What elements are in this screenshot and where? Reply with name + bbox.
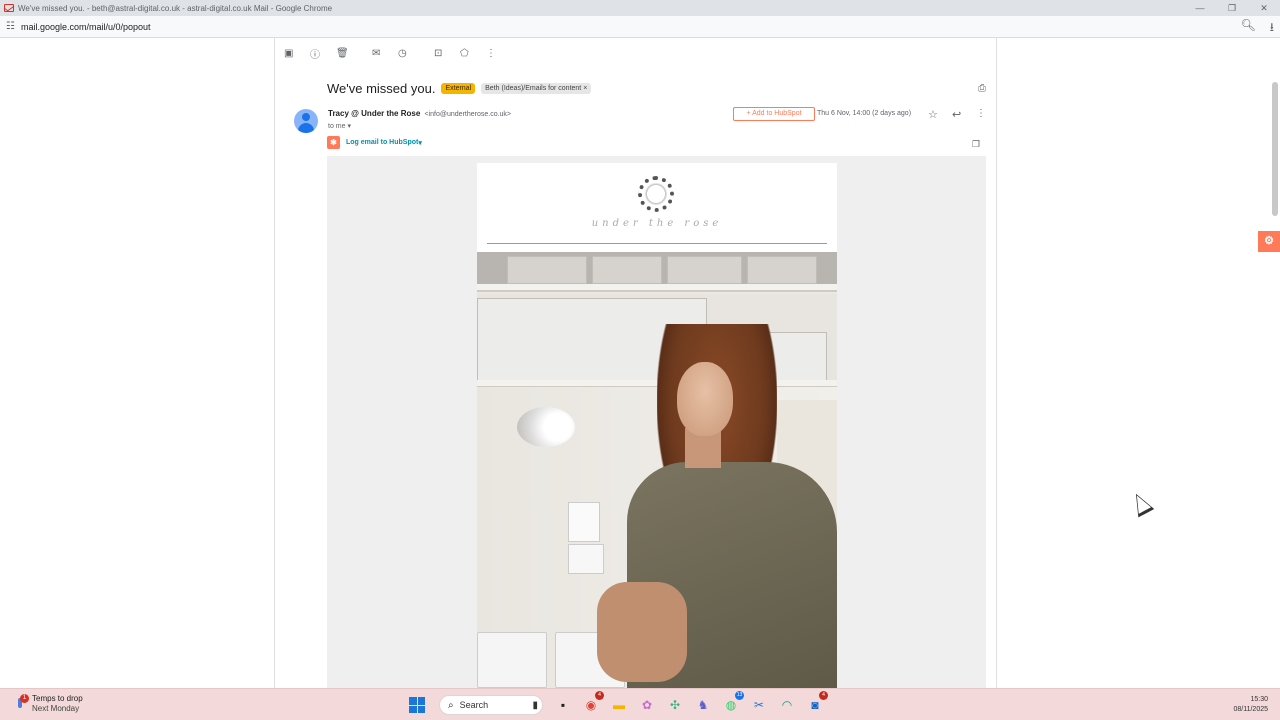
copilot-icon[interactable]: ✿ [636,695,658,715]
wall-lamp [517,407,575,447]
snipping-tool-icon[interactable]: ✂ [748,695,770,715]
restore-button[interactable]: ❐ [1216,0,1248,16]
weather-title: Temps to drop [32,694,83,703]
email-date: Thu 6 Nov, 14:00 (2 days ago) [817,110,912,117]
address-bar[interactable]: ☷ mail.google.com/mail/u/0/popout 🔍︎ ⭳ [0,16,1280,38]
wall-note [568,502,600,542]
whatsapp-icon[interactable]: ◍ 13 [720,691,744,715]
remove-label-icon[interactable]: × [583,85,587,92]
add-to-hubspot-button[interactable]: + Add to HubSpot [733,107,815,121]
search-icon: ⌕ [448,699,454,711]
task-view-icon[interactable]: ▪ [552,695,574,715]
sender-avatar [294,109,318,133]
copy-icon[interactable]: ❐ [972,139,980,150]
message-more-icon[interactable]: ⋮ [976,108,986,119]
log-email-hubspot[interactable]: ✱ Log email to HubSpot ▾ [327,136,422,149]
chrome-badge: 4 [595,691,604,700]
chevron-down-icon[interactable]: ▾ [347,123,351,130]
browser-title-bar: We've missed you. - beth@astral-digital.… [0,0,1280,16]
taskbar-search[interactable]: ⌕ Search ▮ [439,695,543,715]
email-subject-row: We've missed you. External Beth (Ideas)/… [327,81,592,96]
sender-line: Tracy @ Under the Rose <info@undertheros… [328,109,511,118]
print-icon[interactable]: ⎙ [978,83,986,94]
minimize-button[interactable]: — [1184,0,1216,16]
scrollbar-thumb[interactable] [1272,82,1278,216]
outlook-icon[interactable]: ◙ 4 [804,691,828,715]
file-explorer-icon[interactable]: ▬ [608,695,630,715]
archive-icon[interactable]: ▣ [284,48,310,59]
add-to-hubspot-label: Add to HubSpot [752,110,802,117]
label-chip[interactable]: Beth (Ideas)/Emails for content × [481,83,592,94]
hubspot-sidebar-tab[interactable]: ⚙ [1258,231,1280,252]
external-badge: External [441,83,476,94]
search-highlight-icon: ▮ [532,699,538,711]
download-icon[interactable]: ⭳ [1270,18,1274,39]
url-text[interactable]: mail.google.com/mail/u/0/popout [21,22,151,32]
log-email-label: Log email to HubSpot [346,139,419,146]
weather-subtitle: Next Monday [32,704,80,713]
snooze-icon[interactable]: ◷ [398,48,424,59]
label-chip-text: Beth (Ideas)/Emails for content [485,85,582,92]
header-divider [487,243,827,244]
whatsapp-badge: 13 [735,691,744,700]
slack-icon[interactable]: ✣ [664,695,686,715]
label-icon[interactable]: ⬠ [460,48,486,59]
sender-name[interactable]: Tracy @ Under the Rose [328,109,420,118]
hubspot-icon: ✱ [327,136,340,149]
thermometer-icon: 1 [14,694,29,712]
clock-time: 15:30 [1250,696,1268,703]
taskbar-apps: ⌕ Search ▮ ▪ ◉ 4 ▬ ✿ ✣ ♞ ◍ 13 ✂ ◠ ◙ 4 [409,691,829,715]
report-spam-icon[interactable]: ⓘ [310,46,336,61]
person-face [677,362,733,436]
window-title: We've missed you. - beth@astral-digital.… [18,3,333,13]
right-blank-pane [996,38,1280,688]
star-icon[interactable]: ☆ [928,108,938,121]
wall-note [568,544,604,574]
delete-icon[interactable]: 🗑︎ [336,48,362,59]
teams-icon[interactable]: ♞ [692,695,714,715]
start-button[interactable] [409,697,425,713]
outlook-badge: 4 [819,691,828,700]
newsletter-card: under the rose [477,163,837,688]
clock-date: 08/11/2025 [1233,706,1268,713]
sender-email: <info@undertherose.co.uk> [424,111,512,118]
brand-wordmark: under the rose [591,218,723,229]
hero-photo[interactable] [477,252,837,688]
more-vert-icon[interactable]: ⋮ [486,48,512,59]
site-info-icon[interactable]: ☷ [6,21,15,32]
left-blank-pane [0,38,275,688]
zoom-icon[interactable]: 🔍︎ [1241,18,1256,39]
window-controls: — ❐ ✕ [1184,0,1280,16]
gmail-icon [4,4,14,12]
search-label: Search [459,700,489,710]
email-subject: We've missed you. [327,81,436,96]
email-view: ▣ ⓘ 🗑︎ ✉ ◷ ⊡ ⬠ ⋮ We've missed you. Exter… [276,38,996,688]
reply-icon[interactable]: ↩ [952,108,961,121]
system-clock[interactable]: 15:30 08/11/2025 [1233,695,1268,715]
windows-taskbar: 1 Temps to drop Next Monday ⌕ Search ▮ ▪… [0,688,1280,720]
chrome-icon[interactable]: ◉ 4 [580,691,604,715]
recipient-text: to me [328,123,346,130]
brand-logo [638,176,674,212]
move-to-icon[interactable]: ⊡ [434,48,460,59]
weather-widget[interactable]: 1 Temps to drop Next Monday [14,694,83,714]
dropdown-arrow-icon[interactable]: ▾ [418,139,422,147]
edge-icon[interactable]: ◠ [776,695,798,715]
email-toolbar: ▣ ⓘ 🗑︎ ✉ ◷ ⊡ ⬠ ⋮ [284,46,512,61]
close-window-button[interactable]: ✕ [1248,0,1280,16]
newsletter-body: under the rose [327,156,986,688]
weather-badge: 1 [20,694,29,703]
mark-unread-icon[interactable]: ✉ [372,48,398,59]
recipient-line[interactable]: to me ▾ [328,122,351,130]
